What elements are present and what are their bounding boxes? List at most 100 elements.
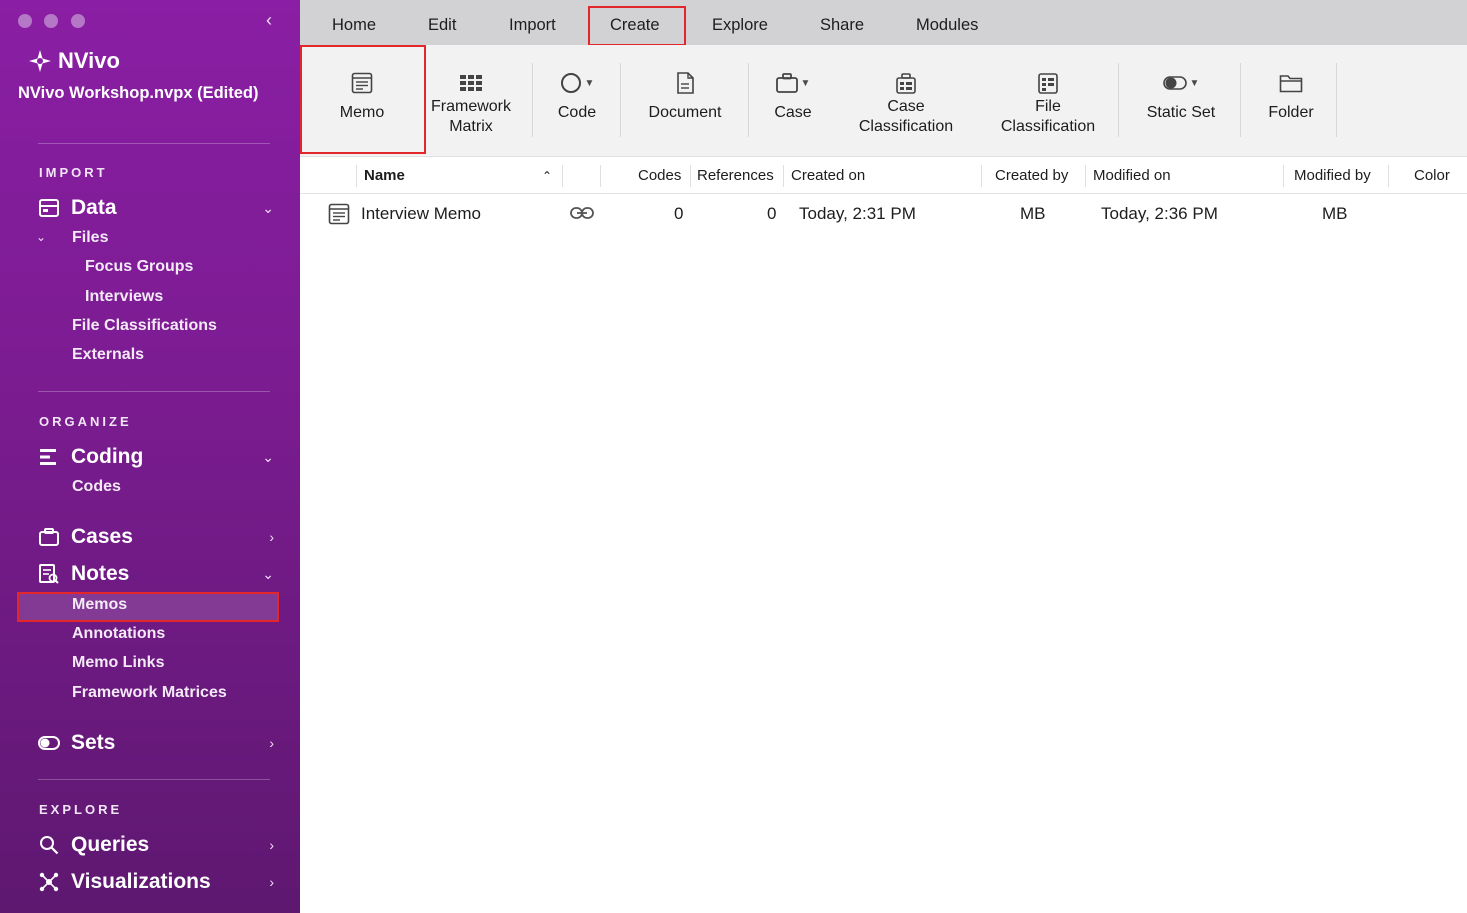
dropdown-caret-icon: ▼ (800, 77, 811, 89)
cell-modified-on: Today, 2:36 PM (1101, 204, 1218, 223)
dropdown-caret-icon: ▼ (1189, 77, 1200, 89)
chevron-down-icon: ⌄ (262, 448, 274, 465)
cell-name: Interview Memo (361, 204, 481, 223)
ribbon-label-line: Classification (858, 118, 954, 135)
column-header-modified-by[interactable]: Modified by (1294, 167, 1371, 184)
sidebar-group-cases[interactable]: Cases › (38, 523, 274, 551)
sidebar-group-label: Visualizations (71, 870, 211, 893)
search-icon (38, 834, 60, 856)
chevron-right-icon: › (269, 837, 274, 853)
sidebar-group-visualizations[interactable]: Visualizations › (38, 868, 274, 896)
sidebar-group-sets[interactable]: Sets › (38, 729, 274, 757)
chevron-down-icon[interactable]: ⌄ (36, 230, 46, 244)
sidebar: ‹ NVivo NVivo Workshop.nvpx (Edited) IMP… (0, 0, 300, 913)
sets-toggle-icon (38, 732, 60, 754)
chevron-down-icon: ⌄ (262, 199, 274, 216)
sidebar-item-focus-groups[interactable]: Focus Groups (85, 256, 193, 278)
ribbon-label: Framework Matrix (431, 97, 511, 137)
create-case-button[interactable]: ▼ Case (756, 45, 830, 157)
sidebar-item-file-classifications[interactable]: File Classifications (72, 315, 217, 337)
window-minimize-button[interactable] (44, 14, 58, 28)
tab-explore[interactable]: Explore (712, 16, 768, 35)
sort-ascending-icon[interactable]: ⌃ (542, 169, 552, 183)
sidebar-item-memos[interactable]: Memos (72, 594, 127, 616)
create-case-classification-button[interactable]: Case Classification (840, 45, 972, 157)
cell-created-on: Today, 2:31 PM (799, 204, 916, 223)
sidebar-item-interviews[interactable]: Interviews (85, 286, 163, 308)
sidebar-group-label: Notes (71, 562, 130, 585)
sidebar-item-externals[interactable]: Externals (72, 344, 144, 366)
column-header-codes[interactable]: Codes (638, 167, 681, 184)
sidebar-item-framework-matrices[interactable]: Framework Matrices (72, 682, 227, 704)
sidebar-group-data[interactable]: Data ⌄ (38, 194, 274, 222)
ribbon-label: Case (774, 104, 812, 121)
ribbon-label: Document (648, 104, 722, 121)
sidebar-divider (38, 779, 270, 780)
tab-create[interactable]: Create (610, 16, 660, 35)
app-brand: NVivo (28, 48, 120, 74)
table-row[interactable]: Interview Memo 0 0 Today, 2:31 PM MB Tod… (300, 194, 1467, 234)
ribbon-label: File Classification (1001, 97, 1095, 137)
sidebar-item-files[interactable]: Files (72, 227, 108, 249)
tab-home[interactable]: Home (332, 16, 376, 35)
create-memo-button[interactable]: Memo (300, 45, 424, 157)
ribbon-separator (620, 63, 621, 137)
column-header-color[interactable]: Color (1414, 167, 1450, 184)
column-separator (1085, 165, 1086, 187)
ribbon-label-line: File (1035, 98, 1061, 115)
column-separator (562, 165, 563, 187)
tab-share[interactable]: Share (820, 16, 864, 35)
ribbon-separator (1240, 63, 1241, 137)
sidebar-group-coding[interactable]: Coding ⌄ (38, 443, 274, 471)
nvivo-logo-icon (29, 50, 51, 72)
create-document-button[interactable]: Document (630, 45, 740, 157)
tab-import[interactable]: Import (509, 16, 556, 35)
sidebar-group-label: Queries (71, 833, 150, 856)
sidebar-item-memo-links[interactable]: Memo Links (72, 652, 164, 674)
sidebar-divider (38, 391, 270, 392)
coding-icon (38, 446, 60, 468)
column-separator (356, 165, 357, 187)
window-close-button[interactable] (18, 14, 32, 28)
create-framework-matrix-button[interactable]: Framework Matrix (424, 45, 518, 157)
memo-icon (328, 203, 350, 230)
sidebar-item-codes[interactable]: Codes (72, 476, 121, 498)
menu-bar: Home Edit Import Create Explore Share Mo… (300, 0, 1467, 46)
window-zoom-button[interactable] (71, 14, 85, 28)
create-folder-button[interactable]: Folder (1246, 45, 1336, 157)
sidebar-group-label: Cases (71, 525, 133, 548)
create-file-classification-button[interactable]: File Classification (982, 45, 1114, 157)
tab-edit[interactable]: Edit (428, 16, 456, 35)
ribbon-label: Static Set (1146, 104, 1216, 121)
ribbon-separator (1336, 63, 1337, 137)
column-header-references[interactable]: References (697, 167, 774, 184)
chevron-right-icon: › (269, 529, 274, 545)
briefcase-icon (38, 526, 60, 548)
ribbon-label: Case Classification (859, 97, 953, 137)
sidebar-group-label: Sets (71, 731, 116, 754)
ribbon-separator (748, 63, 749, 137)
section-import: IMPORT (39, 165, 108, 180)
cell-codes: 0 (674, 204, 684, 223)
ribbon-label-line: Case (887, 98, 925, 115)
sidebar-group-queries[interactable]: Queries › (38, 831, 274, 859)
sidebar-group-notes[interactable]: Notes ⌄ (38, 560, 274, 588)
column-separator (981, 165, 982, 187)
table-header: Name ⌃ Codes References Created on Creat… (300, 157, 1467, 194)
app-name: NVivo (58, 48, 120, 73)
column-header-name[interactable]: Name (364, 167, 405, 184)
create-code-button[interactable]: ▼ Code (540, 45, 614, 157)
collapse-sidebar-icon[interactable]: ‹ (266, 10, 272, 31)
sidebar-item-annotations[interactable]: Annotations (72, 623, 165, 645)
column-header-created-by[interactable]: Created by (995, 167, 1068, 184)
column-header-created-on[interactable]: Created on (791, 167, 865, 184)
column-header-modified-on[interactable]: Modified on (1093, 167, 1171, 184)
memos-selection-highlight (17, 592, 279, 622)
tab-modules[interactable]: Modules (916, 16, 978, 35)
ribbon-separator (532, 63, 533, 137)
memo-icon (351, 71, 373, 95)
chevron-right-icon: › (269, 874, 274, 890)
link-icon[interactable] (570, 205, 594, 225)
create-static-set-button[interactable]: ▼ Static Set (1126, 45, 1236, 157)
ribbon-label-line: Framework (430, 98, 511, 115)
